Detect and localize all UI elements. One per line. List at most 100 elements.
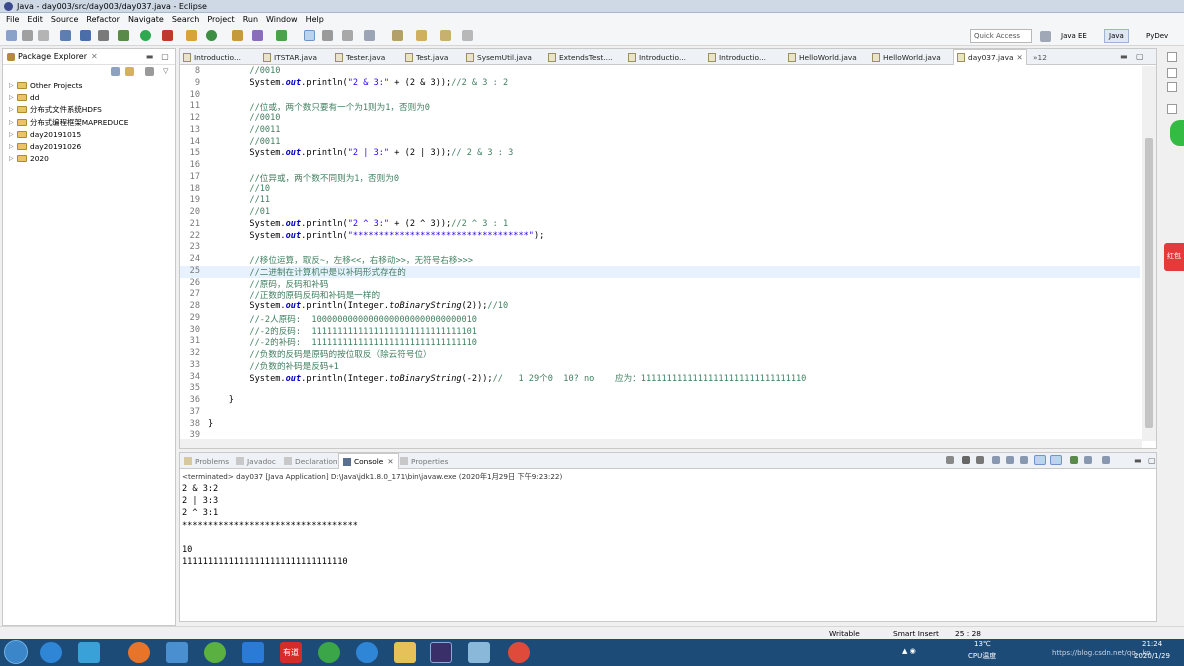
- minimize-icon[interactable]: ▬: [1120, 52, 1128, 61]
- scrollbar-thumb[interactable]: [1145, 138, 1153, 428]
- display-console-icon[interactable]: [1084, 456, 1092, 464]
- tab-itstar[interactable]: ITSTAR.java: [260, 49, 330, 65]
- perspective-java[interactable]: Java: [1104, 29, 1129, 43]
- tab-extendstest[interactable]: ExtendsTest....: [545, 49, 623, 65]
- code-line[interactable]: 38}: [180, 419, 1140, 431]
- tab-tester[interactable]: Tester.java: [332, 49, 400, 65]
- code-line[interactable]: 32 //负数的反码是原码的按位取反（除云符号位）: [180, 348, 1140, 360]
- new-java-project-icon[interactable]: [186, 30, 197, 41]
- maximize-icon[interactable]: ▢: [161, 52, 169, 61]
- code-line[interactable]: 9 System.out.println("2 & 3:" + (2 & 3))…: [180, 78, 1140, 90]
- menu-source[interactable]: Source: [51, 15, 78, 24]
- search-icon[interactable]: [252, 30, 263, 41]
- tab-test[interactable]: Test.java: [402, 49, 462, 65]
- code-line[interactable]: 24 //移位运算，取反~，左移<<，右移动>>，无符号右移>>>: [180, 254, 1140, 266]
- menu-refactor[interactable]: Refactor: [86, 15, 120, 24]
- ie-icon[interactable]: [40, 642, 62, 663]
- editor-vertical-scrollbar[interactable]: [1142, 66, 1156, 441]
- forward-icon[interactable]: [416, 30, 427, 41]
- show-whitespace-icon[interactable]: [342, 30, 353, 41]
- expand-icon[interactable]: ▷: [9, 82, 15, 89]
- tab-problems[interactable]: Problems: [184, 453, 229, 469]
- menu-edit[interactable]: Edit: [27, 15, 43, 24]
- code-line[interactable]: 10: [180, 90, 1140, 102]
- app-icon[interactable]: [468, 642, 490, 663]
- tree-item-day20191015[interactable]: ▷ day20191015: [9, 128, 128, 140]
- green-widget-icon[interactable]: [1170, 120, 1184, 146]
- maximize-icon[interactable]: ▢: [1136, 52, 1144, 61]
- restore-icon[interactable]: [1167, 104, 1177, 114]
- print-icon[interactable]: [60, 30, 71, 41]
- show-on-stderr-icon[interactable]: [1050, 455, 1062, 465]
- browser-icon[interactable]: [204, 642, 226, 663]
- skip-breakpoints-icon[interactable]: [98, 30, 109, 41]
- new-class-icon[interactable]: [206, 30, 217, 41]
- close-icon[interactable]: ✕: [387, 457, 393, 466]
- minimize-icon[interactable]: ▬: [146, 52, 154, 61]
- tree-item-day20191026[interactable]: ▷ day20191026: [9, 140, 128, 152]
- minimize-icon[interactable]: ▬: [1134, 456, 1142, 465]
- code-line[interactable]: 15 System.out.println("2 | 3:" + (2 | 3)…: [180, 148, 1140, 160]
- maximize-icon[interactable]: ▢: [1148, 456, 1156, 465]
- code-line[interactable]: 8 //0010: [180, 66, 1140, 78]
- new-icon[interactable]: [6, 30, 17, 41]
- open-type-icon[interactable]: [232, 30, 243, 41]
- last-edit-icon[interactable]: [364, 30, 375, 41]
- code-line[interactable]: 12 //0010: [180, 113, 1140, 125]
- editor-horizontal-scrollbar[interactable]: [180, 439, 1142, 448]
- pin-console-icon[interactable]: [1070, 456, 1078, 464]
- menu-file[interactable]: File: [6, 15, 19, 24]
- code-line[interactable]: 19 //11: [180, 195, 1140, 207]
- cloud-icon[interactable]: [242, 642, 264, 663]
- expand-icon[interactable]: ▷: [9, 119, 15, 126]
- tab-introductio-1[interactable]: Introductio...: [180, 49, 258, 65]
- menu-window[interactable]: Window: [266, 15, 298, 24]
- clock-date[interactable]: 2020/1/29: [1134, 652, 1170, 660]
- app-icon[interactable]: [78, 642, 100, 663]
- word-wrap-icon[interactable]: [1020, 456, 1028, 464]
- code-line[interactable]: 30 //-2的反码: 1111111111111111111111111111…: [180, 325, 1140, 337]
- tree-item-mapreduce[interactable]: ▷ 分布式编程框架MAPREDUCE: [9, 116, 128, 128]
- forward-history-icon[interactable]: [440, 30, 451, 41]
- explorer-icon[interactable]: [394, 642, 416, 663]
- tab-overflow[interactable]: » 12: [1030, 49, 1050, 65]
- next-annotation-icon[interactable]: [276, 30, 287, 41]
- tray-icons[interactable]: ▲ ◉: [902, 647, 916, 655]
- tab-javadoc[interactable]: Javadoc: [236, 453, 276, 469]
- save-icon[interactable]: [22, 30, 33, 41]
- code-line[interactable]: 33 //负数的补码是反码+1: [180, 360, 1140, 372]
- code-line[interactable]: 22 System.out.println("*****************…: [180, 231, 1140, 243]
- expand-icon[interactable]: ▷: [9, 94, 15, 101]
- code-line[interactable]: 20 //01: [180, 207, 1140, 219]
- view-filter-icon[interactable]: [145, 67, 154, 76]
- menu-project[interactable]: Project: [207, 15, 234, 24]
- chrome-icon[interactable]: [508, 642, 530, 663]
- scroll-lock-icon[interactable]: [1006, 456, 1014, 464]
- tab-helloworld-2[interactable]: HelloWorld.java: [869, 49, 951, 65]
- toggle-mark-occurrences-icon[interactable]: [304, 30, 315, 41]
- start-button[interactable]: [4, 640, 28, 664]
- code-line[interactable]: 28 System.out.println(Integer.toBinarySt…: [180, 301, 1140, 313]
- tab-helloworld-1[interactable]: HelloWorld.java: [785, 49, 867, 65]
- block-selection-icon[interactable]: [322, 30, 333, 41]
- eclipse-icon[interactable]: [430, 642, 452, 663]
- show-on-stdout-icon[interactable]: [1034, 455, 1046, 465]
- code-line[interactable]: 25 //二进制在计算机中是以补码形式存在的: [180, 265, 1140, 278]
- view-menu-icon[interactable]: ▽: [163, 67, 168, 75]
- close-icon[interactable]: ✕: [91, 52, 98, 61]
- external-tools-icon[interactable]: [162, 30, 173, 41]
- perspective-pydev[interactable]: PyDev: [1142, 29, 1172, 43]
- app-icon[interactable]: [318, 642, 340, 663]
- collapse-all-icon[interactable]: [111, 67, 120, 76]
- tab-console[interactable]: Console ✕: [338, 453, 399, 469]
- red-envelope-badge[interactable]: 红包: [1164, 243, 1184, 271]
- run-icon[interactable]: [140, 30, 151, 41]
- link-with-editor-icon[interactable]: [125, 67, 134, 76]
- code-line[interactable]: 37: [180, 407, 1140, 419]
- menu-search[interactable]: Search: [172, 15, 199, 24]
- tab-declaration[interactable]: Declaration: [284, 453, 338, 469]
- console-output[interactable]: 2 & 3:2 2 | 3:3 2 ^ 3:1 ****************…: [182, 484, 358, 569]
- code-line[interactable]: 13 //0011: [180, 125, 1140, 137]
- terminal-icon[interactable]: [80, 30, 91, 41]
- remove-all-icon[interactable]: [976, 456, 984, 464]
